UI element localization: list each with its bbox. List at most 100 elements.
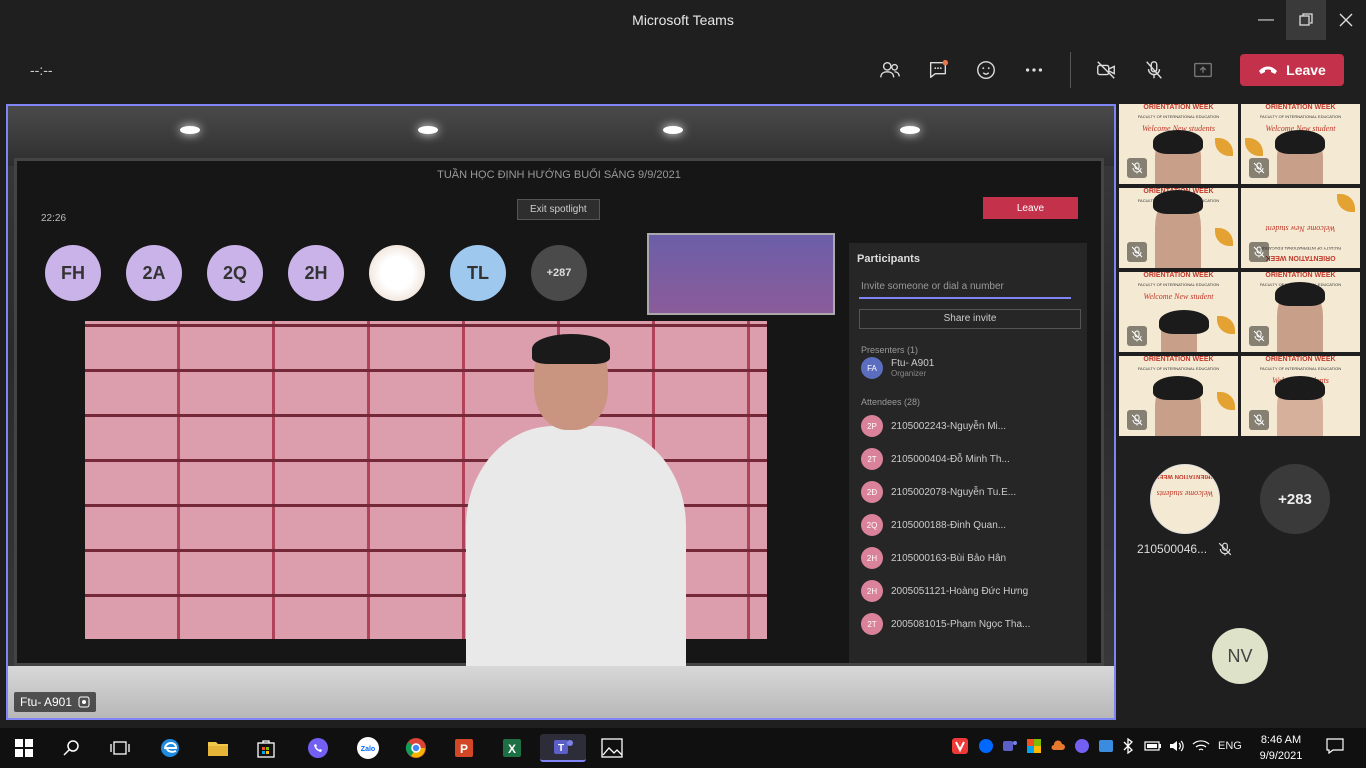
self-avatar[interactable]: NV — [1212, 628, 1268, 684]
tray-cloud-icon[interactable] — [1050, 738, 1066, 757]
chat-icon — [929, 59, 949, 79]
leaf-decoration — [1215, 138, 1233, 156]
inner-avatar: 2H — [288, 245, 344, 301]
clock-date: 9/9/2021 — [1259, 750, 1303, 762]
camera-toggle-button[interactable] — [1090, 54, 1122, 86]
volume-icon — [1170, 740, 1184, 752]
inner-avatar: 2A — [126, 245, 182, 301]
minimize-button[interactable]: — — [1246, 0, 1286, 40]
mic-off-icon — [1253, 330, 1265, 342]
tile-mic-status — [1127, 158, 1147, 178]
mic-off-icon — [1146, 61, 1162, 79]
presenter-name-tag: Ftu- A901 — [14, 692, 97, 712]
main-video-stage[interactable]: TUẦN HỌC ĐỊNH HƯỚNG BUỔI SÁNG 9/9/2021 2… — [6, 104, 1116, 720]
tray-battery-icon[interactable] — [1144, 738, 1162, 757]
store-app[interactable] — [252, 734, 280, 762]
reactions-button[interactable] — [970, 54, 1002, 86]
tray-volume-icon[interactable] — [1168, 738, 1186, 757]
chat-button[interactable] — [922, 54, 954, 86]
close-button[interactable] — [1326, 0, 1366, 40]
inner-attendee-name: 2105002243-Nguyễn Mi... — [891, 420, 1007, 432]
participant-video — [1159, 310, 1209, 352]
meeting-timer: --:-- — [30, 62, 53, 78]
participant-tile[interactable]: ORIENTATION WEEK FACULTY OF INTERNATIONA… — [1241, 272, 1360, 352]
tray-viber-icon[interactable] — [1074, 738, 1090, 757]
tray-vivaldi-icon[interactable] — [952, 738, 968, 757]
powerpoint-app[interactable]: P — [450, 734, 478, 762]
search-button[interactable] — [58, 734, 86, 762]
language-indicator[interactable]: ENG — [1218, 740, 1242, 752]
leave-button[interactable]: Leave — [1240, 54, 1344, 86]
inner-attendee-row: 2T 2005081015-Phạm Ngọc Tha... — [861, 613, 1081, 635]
inner-attendee-name: 2105000404-Đỗ Minh Th... — [891, 453, 1010, 465]
participant-tile[interactable]: ORIENTATION WEEK FACULTY OF INTERNATIONA… — [1241, 104, 1360, 184]
tile-mic-status — [1127, 326, 1147, 346]
inner-avatar-overflow: +287 — [531, 245, 587, 301]
video-ceiling — [8, 106, 1114, 166]
participant-tile[interactable]: ORIENTATION WEEK FACULTY OF INTERNATIONA… — [1119, 188, 1238, 268]
tile-mic-status — [1249, 158, 1269, 178]
inner-avatar: 2Q — [207, 245, 263, 301]
title-bar: Microsoft Teams — — [0, 0, 1366, 40]
more-icon — [1025, 68, 1043, 72]
restore-button[interactable] — [1286, 0, 1326, 40]
tray-teams-icon[interactable] — [1002, 738, 1018, 757]
inner-attendee-row: 2P 2105002243-Nguyễn Mi... — [861, 415, 1081, 437]
photos-app[interactable] — [598, 734, 626, 762]
participant-tile[interactable]: ORIENTATION WEEK FACULTY OF INTERNATIONA… — [1241, 188, 1360, 268]
participant-tile[interactable]: ORIENTATION WEEK FACULTY OF INTERNATIONA… — [1119, 104, 1238, 184]
more-participants-button[interactable]: +283 — [1260, 464, 1330, 534]
participant-tile[interactable]: ORIENTATION WEEK FACULTY OF INTERNATIONA… — [1241, 356, 1360, 436]
share-tray-button[interactable] — [1187, 54, 1219, 86]
tray-wifi-icon[interactable] — [1192, 738, 1210, 757]
action-center-button[interactable] — [1326, 738, 1344, 757]
share-screen-icon — [1194, 62, 1212, 78]
tray-zalo-icon[interactable] — [978, 738, 994, 757]
inner-exit-spotlight: Exit spotlight — [517, 199, 600, 220]
more-actions-button[interactable] — [1018, 54, 1050, 86]
system-clock[interactable]: 8:46 AM 9/9/2021 — [1252, 732, 1310, 764]
start-button[interactable] — [10, 734, 38, 762]
inner-attendee-name: 2005081015-Phạm Ngọc Tha... — [891, 618, 1031, 630]
window-title: Microsoft Teams — [632, 12, 734, 28]
tile-mic-status — [1249, 242, 1269, 262]
ceiling-light — [418, 126, 438, 134]
clock-time: 8:46 AM — [1260, 734, 1302, 746]
zalo-app[interactable]: Zalo — [354, 734, 382, 762]
task-view-button[interactable] — [106, 734, 134, 762]
chrome-app[interactable] — [402, 734, 430, 762]
powerpoint-icon: P — [455, 739, 473, 757]
teams-app[interactable]: T — [540, 734, 586, 762]
presenter-name: Ftu- A901 — [20, 695, 73, 709]
leaf-decoration — [1217, 316, 1235, 334]
network-app-icon — [1099, 740, 1113, 752]
inner-attendee-avatar: 2P — [861, 415, 883, 437]
tile-subheader: FACULTY OF INTERNATIONAL EDUCATION — [1137, 366, 1220, 371]
participant-avatar[interactable]: ORIENTATION WEEK Welcome students — [1150, 464, 1220, 534]
folder-icon — [208, 742, 228, 756]
inner-avatar — [369, 245, 425, 301]
zalo-icon — [979, 739, 993, 753]
inner-attendee-name: 2105002078-Nguyễn Tu.E... — [891, 486, 1017, 498]
viber-app[interactable] — [304, 734, 332, 762]
tray-bluetooth-icon[interactable] — [1122, 737, 1134, 757]
tile-header: ORIENTATION WEEK — [1143, 104, 1214, 111]
tile-welcome: Welcome New student — [1265, 224, 1336, 233]
participants-button[interactable] — [874, 54, 906, 86]
video-feed: TUẦN HỌC ĐỊNH HƯỚNG BUỔI SÁNG 9/9/2021 2… — [8, 106, 1114, 718]
excel-app[interactable]: X — [498, 734, 526, 762]
participant-tile[interactable]: ORIENTATION WEEK FACULTY OF INTERNATIONA… — [1119, 272, 1238, 352]
notification-icon — [1326, 738, 1344, 755]
excel-icon: X — [503, 739, 521, 757]
tray-app-icon[interactable] — [1026, 738, 1042, 757]
participant-tile[interactable]: ORIENTATION WEEK FACULTY OF INTERNATIONA… — [1119, 356, 1238, 436]
file-explorer-app[interactable] — [204, 734, 232, 762]
teams-icon — [1003, 741, 1017, 751]
edge-app[interactable] — [156, 734, 184, 762]
restore-icon — [1299, 13, 1313, 26]
tray-network-app-icon[interactable] — [1098, 738, 1114, 757]
task-view-icon — [110, 741, 130, 755]
people-icon — [880, 61, 900, 78]
mic-toggle-button[interactable] — [1138, 54, 1170, 86]
photos-icon — [601, 738, 623, 758]
